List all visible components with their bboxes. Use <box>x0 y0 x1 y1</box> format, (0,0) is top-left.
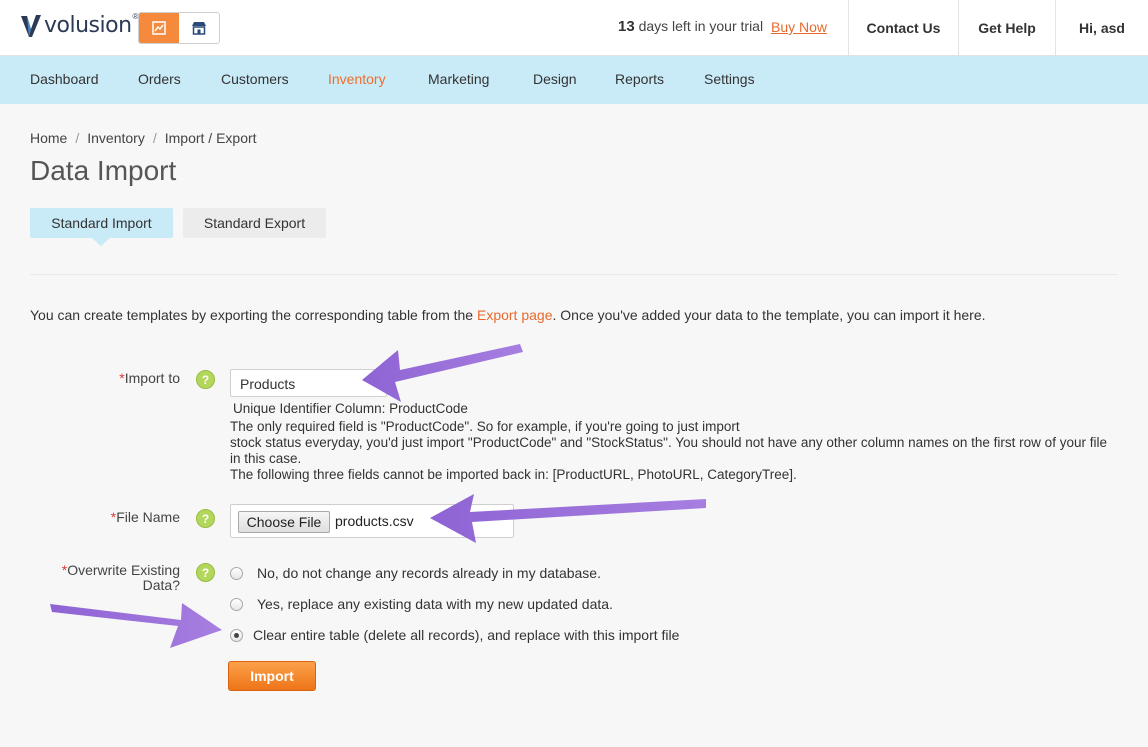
top-header: volusion ® 13 days left in your trial Bu… <box>0 0 1148 56</box>
radio-button[interactable] <box>230 597 243 611</box>
tab-standard-import[interactable]: Standard Import <box>30 208 173 246</box>
mode-switch <box>138 12 220 44</box>
nav-inventory[interactable]: Inventory <box>328 71 386 87</box>
choose-file-button[interactable]: Choose File <box>238 511 330 533</box>
breadcrumb-import-export[interactable]: Import / Export <box>165 130 257 146</box>
import-to-select[interactable]: Products <box>230 369 387 397</box>
volusion-logo[interactable]: volusion ® <box>20 12 138 38</box>
import-button[interactable]: Import <box>228 661 316 691</box>
nav-customers[interactable]: Customers <box>221 71 289 87</box>
file-name-label-text: File Name <box>116 509 180 525</box>
logo-text: volusion <box>44 12 132 38</box>
import-to-label: *Import to <box>90 370 180 386</box>
trial-text: days left in your trial <box>638 18 764 34</box>
chart-icon <box>152 21 166 35</box>
intro-before: You can create templates by exporting th… <box>30 307 477 323</box>
intro-after: . Once you've added your data to the tem… <box>552 307 986 323</box>
nav-design[interactable]: Design <box>533 71 577 87</box>
divider <box>30 274 1118 275</box>
main-nav: Dashboard Orders Customers Inventory Mar… <box>0 56 1148 104</box>
info-line: The only required field is "ProductCode"… <box>230 419 740 434</box>
breadcrumb-separator: / <box>75 130 80 146</box>
option-label: Clear entire table (delete all records),… <box>253 627 680 643</box>
help-icon[interactable]: ? <box>196 370 215 389</box>
selected-file-name: products.csv <box>335 513 414 529</box>
buy-now-link[interactable]: Buy Now <box>771 19 827 35</box>
overwrite-label-text: Overwrite Existing <box>67 562 180 578</box>
info-line: stock status everyday, you'd just import… <box>230 435 1107 466</box>
tab-standard-export[interactable]: Standard Export <box>183 208 326 238</box>
radio-button[interactable] <box>230 566 243 580</box>
intro-text: You can create templates by exporting th… <box>30 307 986 323</box>
option-label: No, do not change any records already in… <box>257 565 601 581</box>
nav-reports[interactable]: Reports <box>615 71 664 87</box>
admin-mode-button[interactable] <box>139 13 179 43</box>
overwrite-option-no[interactable]: No, do not change any records already in… <box>230 565 601 581</box>
user-menu[interactable]: Hi, asd <box>1055 0 1148 56</box>
nav-marketing[interactable]: Marketing <box>428 71 489 87</box>
overwrite-label: *Overwrite Existing Data? <box>40 563 180 593</box>
nav-orders[interactable]: Orders <box>138 71 181 87</box>
trial-notice: 13 days left in your trial <box>618 18 763 35</box>
breadcrumb-home[interactable]: Home <box>30 130 67 146</box>
volusion-v-icon <box>21 15 41 37</box>
overwrite-label-text-2: Data? <box>142 577 180 593</box>
nav-settings[interactable]: Settings <box>704 71 755 87</box>
storefront-mode-button[interactable] <box>179 13 219 43</box>
trial-days: 13 <box>618 18 635 35</box>
contact-us-link[interactable]: Contact Us <box>848 0 958 56</box>
file-input[interactable]: Choose File products.csv <box>230 504 514 538</box>
overwrite-option-yes[interactable]: Yes, replace any existing data with my n… <box>230 596 613 612</box>
info-line: The following three fields cannot be imp… <box>230 467 797 482</box>
export-page-link[interactable]: Export page <box>477 307 553 323</box>
nav-dashboard[interactable]: Dashboard <box>30 71 99 87</box>
breadcrumb-inventory[interactable]: Inventory <box>87 130 145 146</box>
overwrite-option-clear[interactable]: Clear entire table (delete all records),… <box>230 627 679 643</box>
help-icon[interactable]: ? <box>196 563 215 582</box>
page-title: Data Import <box>30 155 177 186</box>
radio-button-selected[interactable] <box>230 628 243 642</box>
help-icon[interactable]: ? <box>196 509 215 528</box>
breadcrumb: Home / Inventory / Import / Export <box>30 130 257 146</box>
store-icon <box>192 22 206 35</box>
import-to-label-text: Import to <box>124 370 180 386</box>
get-help-link[interactable]: Get Help <box>958 0 1055 56</box>
file-name-label: *File Name <box>90 509 180 525</box>
unique-identifier-text: Unique Identifier Column: ProductCode <box>233 401 468 416</box>
import-info: Unique Identifier Column: ProductCode Th… <box>230 402 1120 483</box>
arrow-icon <box>50 603 222 648</box>
breadcrumb-separator: / <box>152 130 157 146</box>
option-label: Yes, replace any existing data with my n… <box>257 596 613 612</box>
